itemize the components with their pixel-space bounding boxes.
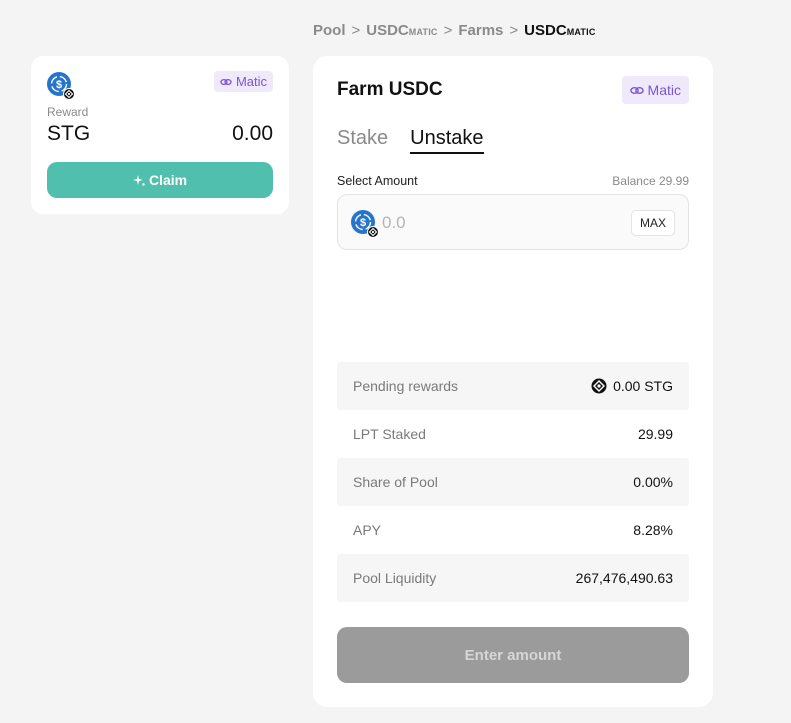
usdc-token-icon: $ — [351, 210, 379, 238]
breadcrumb-pool[interactable]: Pool — [313, 22, 346, 39]
stat-label: APY — [353, 522, 382, 538]
reward-card: $ Matic Reward STG 0.00 Claim — [31, 56, 289, 214]
stat-row-share-of-pool: Share of Pool 0.00% — [337, 458, 689, 506]
reward-token: STG — [47, 122, 91, 145]
tab-stake[interactable]: Stake — [337, 127, 388, 154]
amount-input[interactable] — [382, 211, 612, 235]
claim-label: Claim — [148, 172, 188, 188]
usdc-token-icon: $ — [47, 72, 75, 100]
network-chip: Matic — [621, 76, 689, 104]
sparkle-icon — [132, 175, 145, 186]
balance-text: Balance 29.99 — [612, 174, 689, 188]
stat-row-pending-rewards: Pending rewards 0.00 STG — [337, 362, 689, 410]
chain-link-icon — [629, 86, 644, 94]
breadcrumb-separator: > — [351, 22, 361, 39]
stats-list: Pending rewards 0.00 STG LPT Staked 29.9… — [337, 362, 689, 602]
select-amount-label: Select Amount — [337, 174, 418, 188]
network-chip: Matic — [213, 71, 273, 92]
breadcrumb-current-chain: MATIC — [566, 27, 596, 37]
network-chip-label: Matic — [235, 74, 267, 89]
max-button[interactable]: MAX — [630, 210, 675, 236]
stat-value: 8.28% — [633, 522, 673, 538]
chain-link-icon — [220, 78, 232, 85]
stat-value-text: 0.00 STG — [613, 378, 673, 394]
breadcrumb-current: USDCMATIC — [524, 22, 595, 39]
stat-row-lpt-staked: LPT Staked 29.99 — [337, 410, 689, 458]
stat-value: 29.99 — [637, 426, 673, 442]
stat-value: 0.00% — [633, 474, 673, 490]
page-title: Farm USDC — [337, 79, 443, 100]
breadcrumb-usdc-matic[interactable]: USDCMATIC — [366, 22, 437, 39]
stat-row-pool-liquidity: Pool Liquidity 267,476,490.63 — [337, 554, 689, 602]
reward-amount: 0.00 — [232, 122, 273, 145]
stake-tabs: Stake Unstake — [337, 127, 484, 154]
stat-label: Pending rewards — [353, 378, 459, 394]
svg-text:$: $ — [56, 79, 62, 91]
network-chip-label: Matic — [647, 82, 681, 98]
breadcrumb-usdc-chain: MATIC — [408, 27, 438, 37]
amount-field: $ MAX — [337, 194, 689, 250]
breadcrumb-separator: > — [509, 22, 519, 39]
stg-token-icon — [591, 378, 607, 394]
stat-label: LPT Staked — [353, 426, 426, 442]
breadcrumb-separator: > — [443, 22, 453, 39]
farm-card: Farm USDC Matic Stake Unstake Select Amo… — [313, 56, 713, 707]
stat-value: 267,476,490.63 — [575, 570, 673, 586]
stat-label: Share of Pool — [353, 474, 438, 490]
enter-amount-button[interactable]: Enter amount — [337, 627, 689, 683]
svg-text:$: $ — [360, 217, 366, 229]
breadcrumb-current-label: USDC — [524, 22, 567, 39]
breadcrumb: Pool > USDCMATIC > Farms > USDCMATIC — [313, 22, 596, 39]
stat-row-apy: APY 8.28% — [337, 506, 689, 554]
reward-label: Reward — [47, 105, 89, 119]
breadcrumb-farms[interactable]: Farms — [458, 22, 503, 39]
stat-value: 0.00 STG — [591, 378, 673, 394]
tab-unstake[interactable]: Unstake — [410, 127, 484, 154]
stat-label: Pool Liquidity — [353, 570, 437, 586]
breadcrumb-usdc-label: USDC — [366, 22, 409, 39]
claim-button[interactable]: Claim — [47, 162, 273, 198]
